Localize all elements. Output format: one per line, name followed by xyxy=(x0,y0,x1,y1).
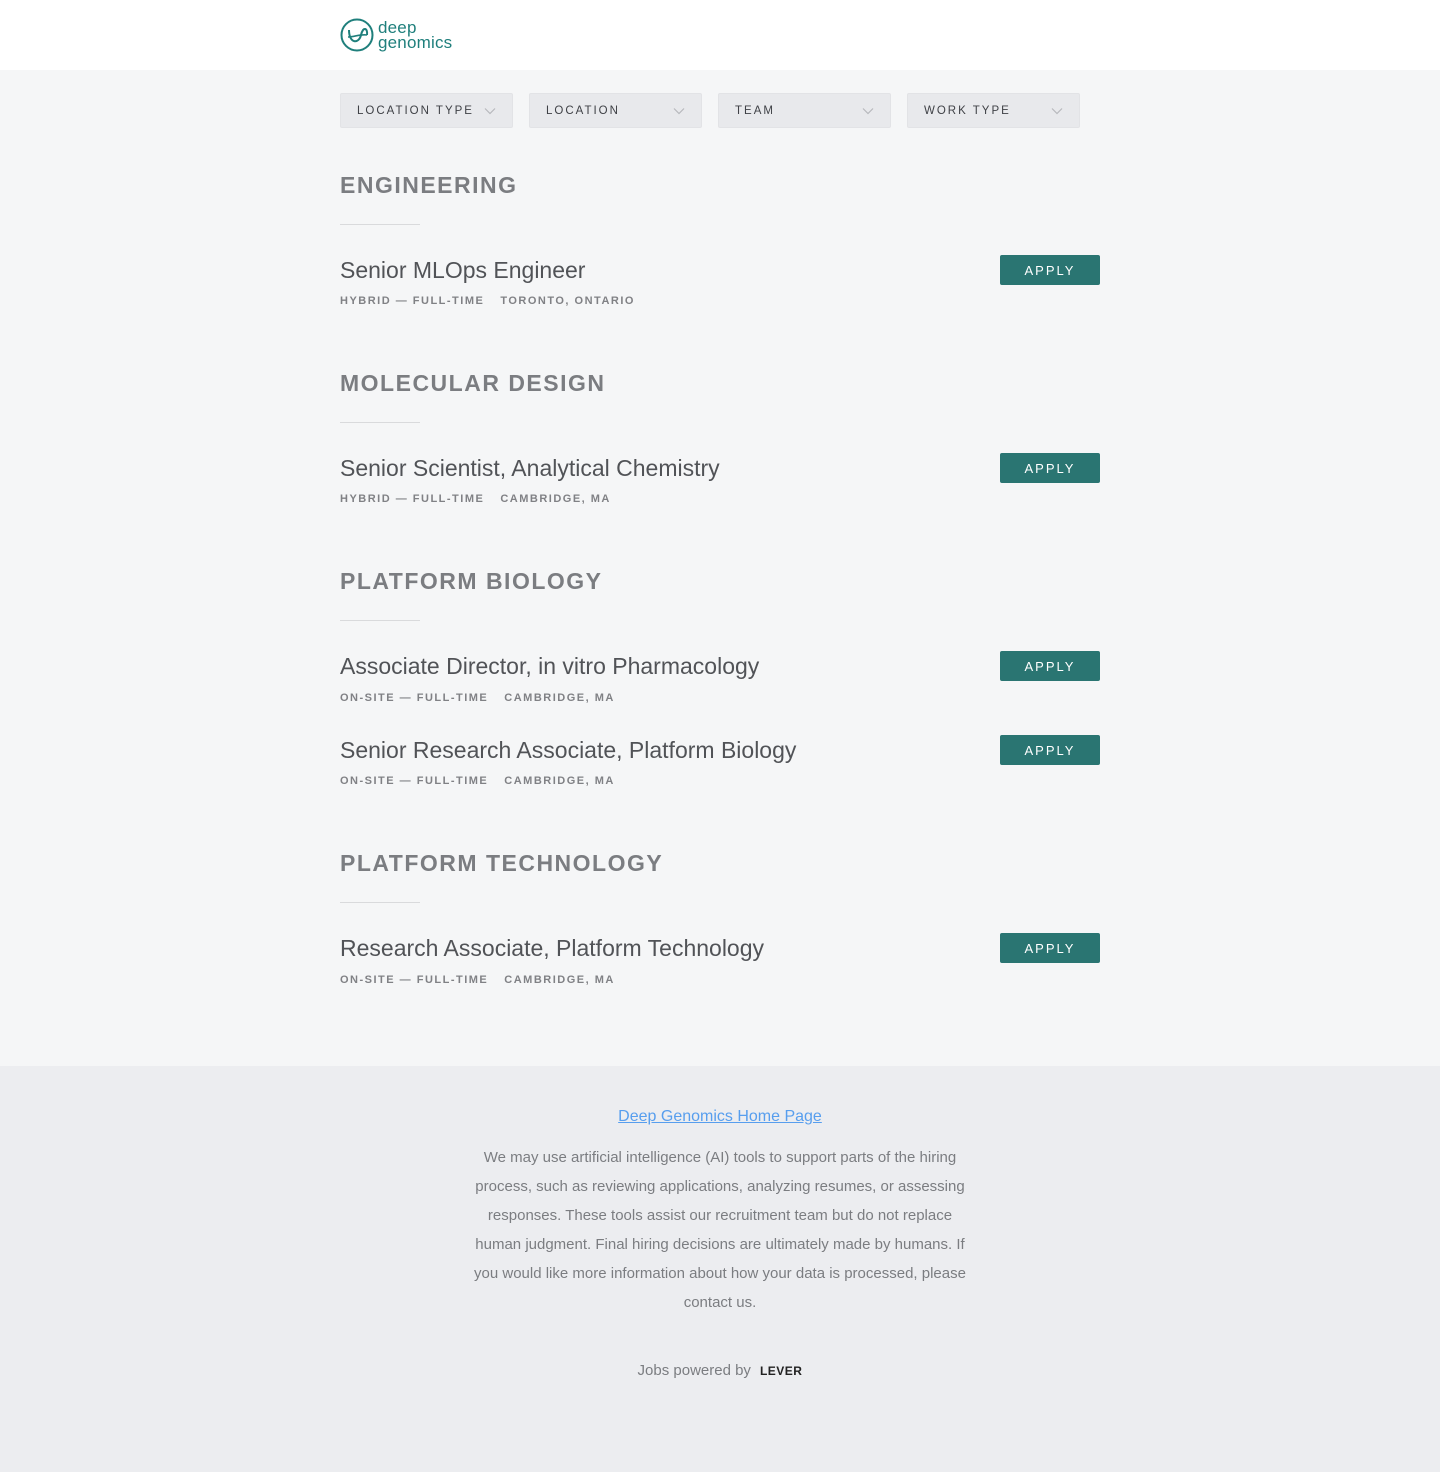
page-header: deep genomics xyxy=(0,0,1440,70)
posting-item: Associate Director, in vitro Pharmacolog… xyxy=(340,651,1100,711)
filter-team[interactable]: TEAM xyxy=(718,93,891,128)
section-title: PLATFORM BIOLOGY xyxy=(340,568,603,594)
posting-title[interactable]: Senior Scientist, Analytical Chemistry xyxy=(340,453,720,483)
section-title: ENGINEERING xyxy=(340,172,518,198)
deep-genomics-logo-icon xyxy=(340,18,374,52)
section-divider xyxy=(340,422,420,423)
posting-location: CAMBRIDGE, MA xyxy=(504,775,615,787)
posting-item: Research Associate, Platform Technology … xyxy=(340,933,1100,993)
section-platform-technology: PLATFORM TECHNOLOGY Research Associate, … xyxy=(340,848,1100,986)
logo-line-2: genomics xyxy=(378,33,453,52)
section-divider xyxy=(340,620,420,621)
chevron-down-icon xyxy=(484,107,496,114)
posting-meta: HYBRID — FULL-TIME CAMBRIDGE, MA xyxy=(340,493,611,505)
powered-by-text: Jobs powered by xyxy=(637,1362,751,1379)
section-molecular-design: MOLECULAR DESIGN Senior Scientist, Analy… xyxy=(340,368,1100,505)
posting-work-type: ON-SITE — FULL-TIME xyxy=(340,692,489,704)
deep-genomics-logo[interactable]: deep genomics xyxy=(340,16,470,54)
posting-meta: ON-SITE — FULL-TIME CAMBRIDGE, MA xyxy=(340,974,615,986)
apply-button[interactable]: APPLY xyxy=(1000,735,1100,765)
apply-button[interactable]: APPLY xyxy=(1000,453,1100,483)
section-platform-biology: PLATFORM BIOLOGY Associate Director, in … xyxy=(340,566,1100,787)
posting-title[interactable]: Senior Research Associate, Platform Biol… xyxy=(340,735,796,765)
posting-location: CAMBRIDGE, MA xyxy=(500,493,611,505)
ai-disclaimer: We may use artificial intelligence (AI) … xyxy=(474,1149,966,1311)
filter-label: LOCATION xyxy=(546,104,620,117)
home-page-link[interactable]: Deep Genomics Home Page xyxy=(618,1108,822,1125)
section-divider xyxy=(340,224,420,225)
posting-title[interactable]: Senior MLOps Engineer xyxy=(340,255,585,285)
posting-location: CAMBRIDGE, MA xyxy=(504,974,615,986)
posting-location: CAMBRIDGE, MA xyxy=(504,692,615,704)
posting-item: Senior MLOps Engineer HYBRID — FULL-TIME… xyxy=(340,255,1100,315)
filter-label: TEAM xyxy=(735,104,775,117)
apply-button[interactable]: APPLY xyxy=(1000,933,1100,963)
filter-label: WORK TYPE xyxy=(924,104,1011,117)
logo-wordmark: deep genomics xyxy=(378,19,453,52)
section-title: MOLECULAR DESIGN xyxy=(340,370,606,396)
section-title: PLATFORM TECHNOLOGY xyxy=(340,850,664,876)
posting-title[interactable]: Associate Director, in vitro Pharmacolog… xyxy=(340,651,759,681)
posting-work-type: ON-SITE — FULL-TIME xyxy=(340,775,489,787)
home-page-link-row: Deep Genomics Home Page xyxy=(0,1108,1440,1126)
chevron-down-icon xyxy=(673,107,685,114)
filter-location-type[interactable]: LOCATION TYPE xyxy=(340,93,513,128)
posting-meta: ON-SITE — FULL-TIME CAMBRIDGE, MA xyxy=(340,692,615,704)
chevron-down-icon xyxy=(1051,107,1063,114)
filter-bar: LOCATION TYPE LOCATION TEAM WORK TYPE xyxy=(340,93,1100,128)
filter-work-type[interactable]: WORK TYPE xyxy=(907,93,1080,128)
section-divider xyxy=(340,902,420,903)
posting-item: Senior Scientist, Analytical Chemistry H… xyxy=(340,453,1100,513)
posting-work-type: ON-SITE — FULL-TIME xyxy=(340,974,489,986)
chevron-down-icon xyxy=(862,107,874,114)
posting-work-type: HYBRID — FULL-TIME xyxy=(340,295,485,307)
posting-title[interactable]: Research Associate, Platform Technology xyxy=(340,933,764,963)
apply-button[interactable]: APPLY xyxy=(1000,255,1100,285)
posting-meta: ON-SITE — FULL-TIME CAMBRIDGE, MA xyxy=(340,775,615,787)
lever-logo[interactable]: LEVER xyxy=(760,1364,803,1378)
page-footer: Deep Genomics Home Page We may use artif… xyxy=(0,1066,1440,1472)
posting-item: Senior Research Associate, Platform Biol… xyxy=(340,735,1100,795)
posting-location: TORONTO, ONTARIO xyxy=(500,295,635,307)
apply-button[interactable]: APPLY xyxy=(1000,651,1100,681)
posting-work-type: HYBRID — FULL-TIME xyxy=(340,493,485,505)
filter-label: LOCATION TYPE xyxy=(357,104,474,117)
filter-location[interactable]: LOCATION xyxy=(529,93,702,128)
section-engineering: ENGINEERING Senior MLOps Engineer HYBRID… xyxy=(340,170,1100,307)
posting-meta: HYBRID — FULL-TIME TORONTO, ONTARIO xyxy=(340,295,635,307)
powered-by: Jobs powered by LEVER xyxy=(0,1362,1440,1379)
